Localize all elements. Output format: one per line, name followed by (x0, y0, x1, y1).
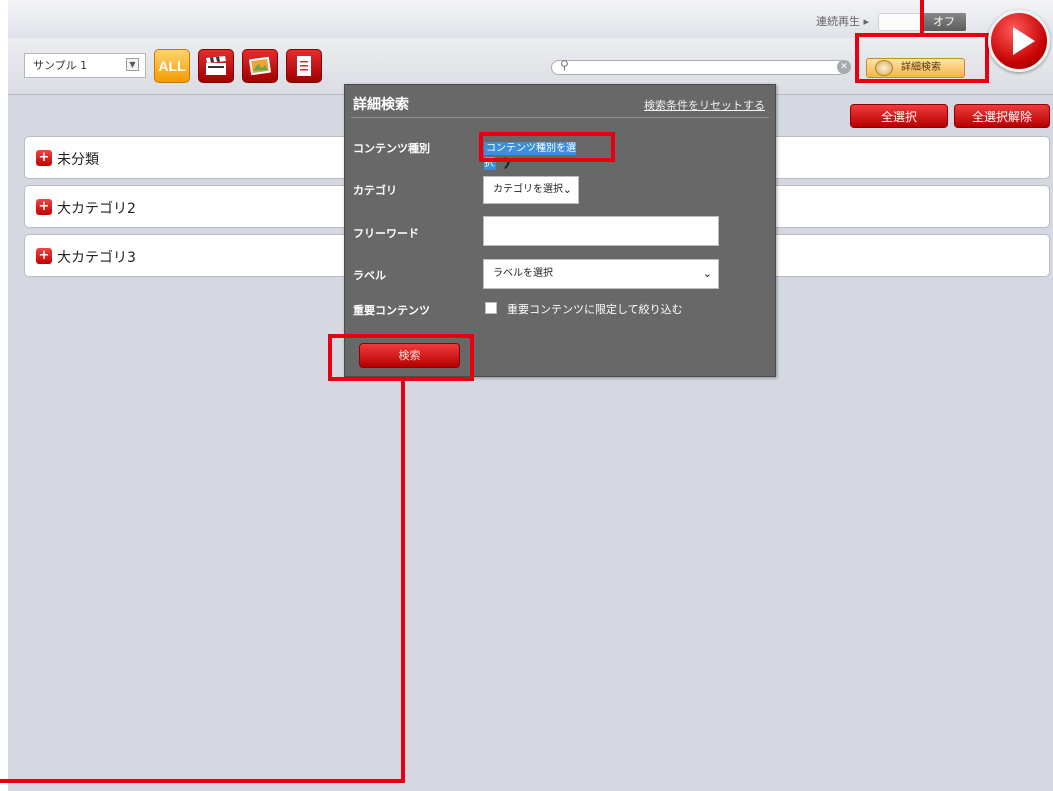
folder-select[interactable]: サンプル 1 ▼ (24, 53, 146, 78)
app-window: 連続再生 ▸ オフ サンプル 1 ▼ ALL ⚲ ✕ 詳細検索 全選択 全選択解… (8, 0, 1053, 791)
category-select[interactable]: カテゴリを選択 ⌄ (483, 176, 579, 204)
category-name: 大カテゴリ2 (57, 201, 136, 217)
content-type-highlight (479, 132, 615, 162)
select-all-button[interactable]: 全選択 (850, 104, 948, 128)
autoplay-off-segment[interactable]: オフ (922, 13, 966, 31)
label-select-value: ラベルを選択 (493, 268, 553, 279)
search-button-highlight (328, 334, 474, 381)
freeword-input[interactable] (483, 216, 719, 246)
chevron-down-icon: ⌄ (702, 267, 712, 280)
expand-plus-icon[interactable]: + (36, 248, 52, 264)
play-icon (1013, 27, 1035, 55)
panel-title: 詳細検索 (353, 97, 409, 113)
panel-divider (351, 117, 769, 118)
category-select-value: カテゴリを選択 (493, 184, 563, 195)
callout-line-top (920, 0, 924, 34)
filter-video-button[interactable] (198, 49, 234, 83)
clear-icon[interactable]: ✕ (837, 60, 851, 74)
important-checkbox-label[interactable]: 重要コンテンツに限定して絞り込む (507, 301, 683, 317)
advanced-search-highlight (855, 33, 989, 83)
important-label: 重要コンテンツ (353, 304, 430, 317)
autoplay-on-segment[interactable] (878, 13, 922, 31)
category-name: 未分類 (57, 152, 99, 168)
chevron-down-icon[interactable]: ▼ (126, 58, 139, 71)
deselect-all-button[interactable]: 全選択解除 (954, 104, 1050, 128)
callout-line-edge (0, 779, 8, 783)
important-checkbox[interactable] (485, 302, 497, 314)
label-label: ラベル (353, 269, 386, 282)
category-label: カテゴリ (353, 184, 397, 197)
search-input[interactable]: ⚲ (551, 58, 847, 75)
image-icon (249, 56, 271, 76)
category-name: 大カテゴリ3 (57, 250, 136, 266)
chevron-down-icon: ⌄ (562, 183, 572, 196)
expand-plus-icon[interactable]: + (36, 150, 52, 166)
filter-image-button[interactable] (242, 49, 278, 83)
content-type-label: コンテンツ種別 (353, 142, 430, 155)
filter-all-label: ALL (158, 58, 186, 74)
freeword-label: フリーワード (353, 227, 419, 240)
autoplay-label: 連続再生 ▸ (816, 15, 870, 28)
filter-document-button[interactable] (286, 49, 322, 83)
callout-line-vertical (401, 381, 405, 783)
callout-line-bottom (8, 779, 405, 783)
filter-all-button[interactable]: ALL (154, 49, 190, 83)
play-button[interactable] (988, 10, 1050, 72)
expand-plus-icon[interactable]: + (36, 199, 52, 215)
label-select[interactable]: ラベルを選択 ⌄ (483, 259, 719, 289)
folder-select-value: サンプル 1 (33, 59, 88, 72)
search-icon: ⚲ (560, 58, 569, 72)
reset-conditions-link[interactable]: 検索条件をリセットする (644, 97, 765, 113)
document-icon (297, 56, 311, 76)
clapperboard-icon (206, 56, 226, 75)
